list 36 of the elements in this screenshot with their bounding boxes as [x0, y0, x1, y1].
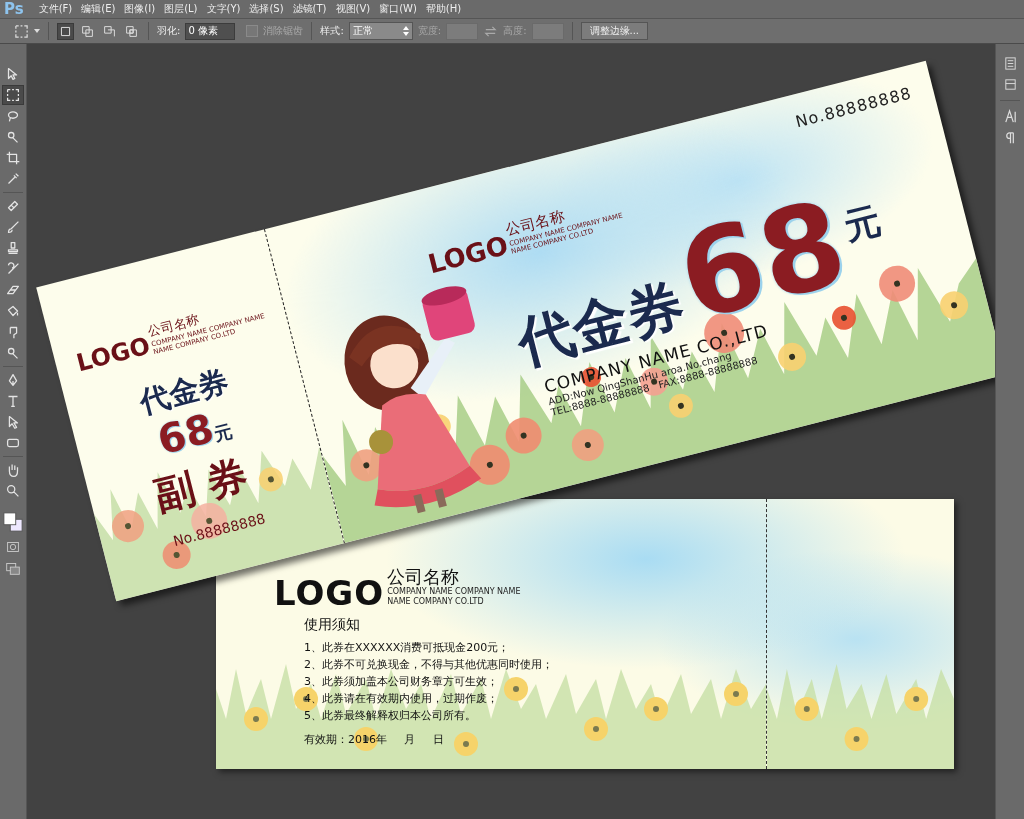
- company-name-english: NAME COMPANY CO.LTD: [387, 597, 485, 608]
- menu-item[interactable]: 文字(Y): [203, 2, 247, 16]
- notice-rule: 4、此券请在有效期内使用，过期作废；: [304, 690, 499, 707]
- feather-field[interactable]: 0 像素: [185, 22, 236, 40]
- company-name-english: COMPANY NAME COMPANY NAME: [387, 586, 521, 597]
- menu-item[interactable]: 图像(I): [121, 2, 162, 16]
- marquee-icon[interactable]: [2, 85, 24, 105]
- notice-rule: 5、此券最终解释权归本公司所有。: [304, 707, 477, 724]
- style-label: 样式:: [320, 24, 344, 38]
- currency-unit: 元: [839, 197, 886, 248]
- menu-item[interactable]: 帮助(H): [422, 2, 468, 16]
- validity-text: 有效期：2016年 月 日: [304, 731, 445, 747]
- refine-edge-button[interactable]: 调整边缘...: [580, 22, 649, 40]
- menu-item[interactable]: 选择(S): [246, 2, 290, 16]
- style-dropdown[interactable]: 正常: [348, 22, 413, 40]
- menu-item[interactable]: 视图(V): [332, 2, 377, 16]
- company-name: 公司名称: [387, 567, 461, 587]
- color-swatches-icon[interactable]: [3, 512, 23, 532]
- app-logo[interactable]: Ps: [4, 0, 24, 18]
- menu-item[interactable]: 图层(L): [161, 2, 204, 16]
- selection-mode-button[interactable]: [57, 22, 74, 40]
- history-icon[interactable]: [1002, 56, 1018, 71]
- properties-icon[interactable]: [1002, 77, 1018, 92]
- feather-label: 羽化:: [157, 24, 181, 38]
- menu-item[interactable]: 文件(F): [35, 2, 79, 16]
- up-down-arrows-icon: [402, 26, 409, 36]
- notice-rule: 2、此券不可兑换现金，不得与其他优惠同时使用；: [304, 656, 554, 673]
- menu-item[interactable]: 编辑(E): [78, 2, 122, 16]
- notice-rule: 1、此券在XXXXXX消费可抵现金200元；: [304, 639, 511, 656]
- notice-title: 使用须知: [304, 615, 361, 634]
- menu-item[interactable]: 滤镜(T): [289, 2, 333, 16]
- caret-icon[interactable]: [34, 29, 40, 33]
- notice-rule: 3、此券须加盖本公司财务章方可生效；: [304, 673, 499, 690]
- logo-text: LOGO: [274, 578, 385, 608]
- menu-item[interactable]: 窗口(W): [376, 2, 423, 16]
- character-panel-icon[interactable]: [1002, 109, 1018, 124]
